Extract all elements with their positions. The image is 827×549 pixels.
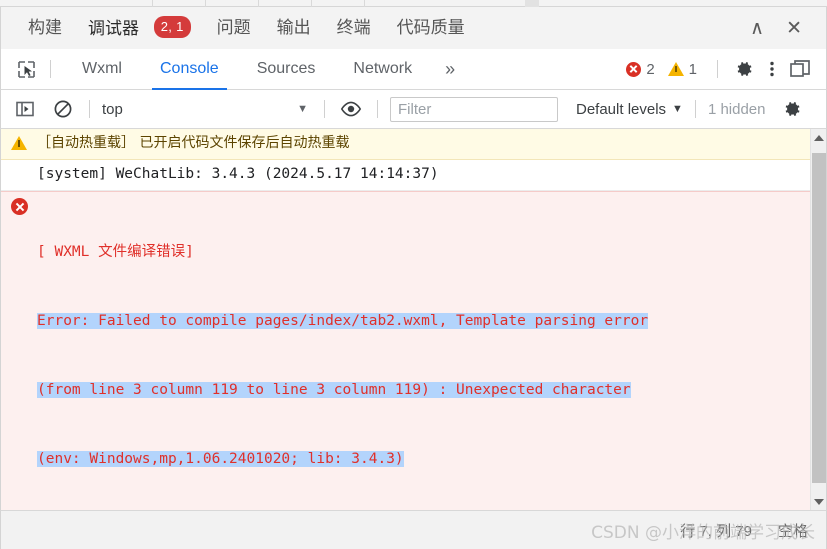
log-level-selector[interactable]: Default levels ▼ [576,101,683,118]
console-sidebar-icon[interactable] [11,95,39,123]
panel-tab-code-quality[interactable]: 代码质量 [397,19,465,38]
outer-window-sliver [0,0,827,7]
toolbar-divider [50,60,51,78]
panel-tab-label: 调试器 [88,19,139,38]
warning-triangle-icon [667,62,684,76]
live-expression-eye-icon[interactable] [337,95,365,123]
console-message-list: ［自动热重载］ 已开启代码文件保存后自动热重载 [system] WeChatL… [0,129,827,510]
tab-network[interactable]: Network [351,50,414,89]
panel-tab-label: 构建 [28,17,62,37]
chevron-down-icon: ▼ [297,103,308,115]
panel-tab-output[interactable]: 输出 [277,19,311,38]
more-vertical-icon[interactable] [758,55,786,83]
execution-context-selector[interactable]: top ▼ [102,101,312,118]
error-title: [ WXML 文件编译错误] [37,244,194,260]
toolbar-divider [717,60,718,78]
error-count: 2 [646,60,655,78]
console-vertical-scrollbar[interactable] [810,129,826,510]
devtools-tab-bar: Wxml Console Sources Network » 2 1 [0,49,827,90]
close-icon[interactable]: ✕ [786,19,802,38]
console-message-error[interactable]: [ WXML 文件编译错误] Error: Failed to compile … [1,191,811,510]
panel-tab-label: 代码质量 [396,17,465,37]
error-circle-icon [11,197,29,215]
panel-tab-label: 终端 [336,17,371,37]
console-filter-input[interactable] [390,96,558,122]
panel-tab-problems[interactable]: 问题 [217,19,251,38]
toolbar-divider [89,100,90,118]
panel-tab-build[interactable]: 构建 [28,19,62,38]
tab-wxml[interactable]: Wxml [80,50,124,89]
tab-sources[interactable]: Sources [255,50,318,89]
scroll-down-arrow-icon[interactable] [811,493,826,510]
console-message-log[interactable]: [system] WeChatLib: 3.4.3 (2024.5.17 14:… [1,160,811,191]
chevron-down-icon: ▼ [672,103,683,115]
tab-label: Console [159,59,219,77]
panel-tab-label: 问题 [216,17,251,37]
tab-label: Wxml [82,59,122,77]
log-level-value: Default levels [576,100,667,118]
panel-tab-label: 输出 [276,17,311,37]
error-circle-icon [626,61,642,77]
tab-label: Sources [256,59,316,77]
toolbar-divider [324,100,325,118]
error-detail-line: (from line 3 column 119 to line 3 column… [37,382,631,398]
console-toolbar: top ▼ Default levels ▼ 1 hidden [0,90,827,129]
inspect-cursor-icon[interactable] [14,57,38,81]
error-detail-line: (env: Windows,mp,1.06.2401020; lib: 3.4.… [37,451,404,467]
scrollbar-thumb[interactable] [812,153,826,483]
toolbar-divider [694,100,696,118]
toolbar-divider [377,100,378,118]
error-detail-line: Error: Failed to compile pages/index/tab… [37,313,649,329]
gear-icon[interactable] [778,95,806,123]
devtools-window: 构建 调试器 2, 1 问题 输出 终端 代码质量 ∧ ✕ Wxml Conso… [0,0,827,549]
clear-console-icon[interactable] [49,95,77,123]
message-text: [system] WeChatLib: 3.4.3 (2024.5.17 14:… [37,166,439,182]
warning-triangle-icon [11,134,29,152]
tab-console[interactable]: Console [152,50,227,90]
issues-counter[interactable]: 2 1 [626,61,705,78]
scroll-up-arrow-icon[interactable] [811,129,826,146]
console-scroll-area: ［自动热重载］ 已开启代码文件保存后自动热重载 [system] WeChatL… [1,129,811,510]
panel-tab-terminal[interactable]: 终端 [337,19,371,38]
indentation-mode[interactable]: 空格 [778,520,808,541]
panel-tab-strip: 构建 调试器 2, 1 问题 输出 终端 代码质量 ∧ ✕ [0,7,827,52]
status-bar: 行 7, 列 79 空格 [0,510,827,549]
message-text: ［自动热重载］ 已开启代码文件保存后自动热重载 [37,135,350,151]
warning-count: 1 [688,60,697,78]
panel-window-actions: ∧ ✕ [750,19,826,38]
tab-label: Network [353,59,413,77]
devtools-tab-bar-right: 2 1 [626,55,826,83]
cursor-position[interactable]: 行 7, 列 79 [680,520,752,541]
chevron-up-icon[interactable]: ∧ [750,19,764,38]
execution-context-value: top [102,100,123,118]
panel-tab-debugger[interactable]: 调试器 2, 1 [88,16,191,52]
debugger-issue-badge: 2, 1 [153,16,191,38]
more-tabs-chevron-icon[interactable]: » [445,59,455,80]
gear-icon[interactable] [730,55,758,83]
hidden-messages-count: 1 hidden [707,100,766,118]
console-message-warning[interactable]: ［自动热重载］ 已开启代码文件保存后自动热重载 [1,129,811,160]
dock-panel-icon[interactable] [786,55,814,83]
